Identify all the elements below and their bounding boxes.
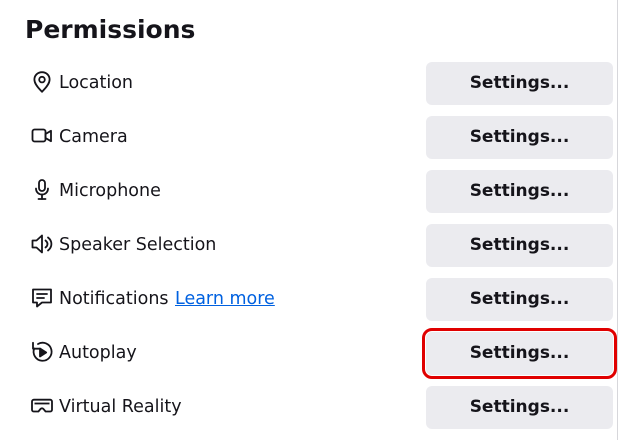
autoplay-settings-button[interactable]: Settings... <box>422 328 617 379</box>
permission-label-microphone: Microphone <box>59 181 161 201</box>
permission-row-autoplay: Autoplay Settings... <box>0 327 617 381</box>
permission-row-camera: Camera Settings... <box>0 111 617 165</box>
panel-edge-divider <box>617 0 618 440</box>
camera-icon <box>29 123 55 149</box>
location-pin-icon <box>29 69 55 95</box>
location-settings-button[interactable]: Settings... <box>426 62 613 105</box>
speaker-settings-button[interactable]: Settings... <box>426 224 613 267</box>
permission-label-virtual-reality: Virtual Reality <box>59 397 182 417</box>
notifications-settings-button[interactable]: Settings... <box>426 278 613 321</box>
microphone-settings-button[interactable]: Settings... <box>426 170 613 213</box>
microphone-icon <box>29 177 55 203</box>
permission-row-speaker: Speaker Selection Settings... <box>0 219 617 273</box>
permission-label-speaker: Speaker Selection <box>59 235 217 255</box>
permission-label-location: Location <box>59 73 134 93</box>
permission-row-microphone: Microphone Settings... <box>0 165 617 219</box>
permission-row-location: Location Settings... <box>0 57 617 111</box>
permission-row-notifications: Notifications Learn more Settings... <box>0 273 617 327</box>
vr-headset-icon <box>29 393 55 419</box>
permission-label-autoplay: Autoplay <box>59 343 137 363</box>
permission-label-notifications: Notifications <box>59 289 169 309</box>
section-title: Permissions <box>25 15 196 44</box>
learn-more-link[interactable]: Learn more <box>175 287 275 311</box>
permission-row-virtual-reality: Virtual Reality Settings... <box>0 381 617 435</box>
speaker-icon <box>29 231 55 257</box>
permissions-panel: Permissions Location Settings... Camera … <box>0 0 620 440</box>
virtual-reality-settings-button[interactable]: Settings... <box>426 386 613 429</box>
camera-settings-button[interactable]: Settings... <box>426 116 613 159</box>
permission-label-camera: Camera <box>59 127 128 147</box>
autoplay-icon <box>29 339 55 365</box>
notification-icon <box>29 285 55 311</box>
